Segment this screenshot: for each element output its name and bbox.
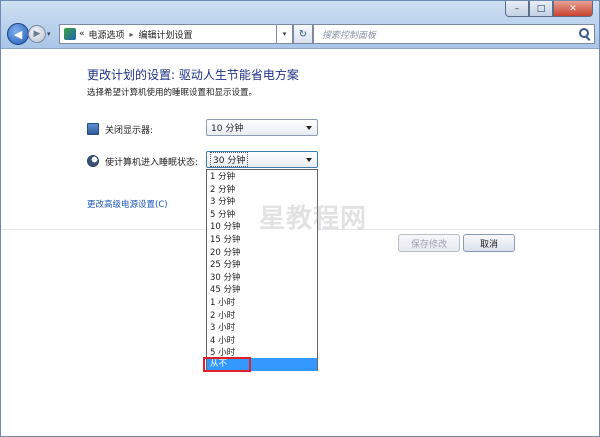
sleep-value: 30 分钟	[209, 152, 249, 167]
monitor-icon	[87, 123, 99, 135]
save-changes-button[interactable]: 保存修改	[398, 234, 460, 252]
cancel-button[interactable]: 取消	[463, 234, 515, 252]
address-dropdown-button[interactable]: ▾	[277, 24, 293, 44]
refresh-button[interactable]: ↻	[293, 24, 313, 44]
chevron-down-icon	[306, 158, 312, 162]
search-icon[interactable]	[579, 28, 589, 38]
watermark: 星教程网	[259, 204, 368, 234]
breadcrumb-separator-icon[interactable]: ▸	[130, 30, 134, 39]
maximize-button[interactable]: □	[529, 1, 553, 17]
search-placeholder: 搜索控制面板	[322, 30, 377, 41]
back-button[interactable]: ◀	[7, 23, 29, 45]
title-bar: – □ ✕ ◀ ▶ ▾ « 电源选项 ▸ 编辑计划设置 ▾ ↻ 搜索控制面板	[1, 1, 599, 49]
sleep-label: 使计算机进入睡眠状态:	[105, 158, 199, 168]
breadcrumb-prefix[interactable]: «	[79, 29, 85, 39]
page-subtitle: 选择希望计算机使用的睡眠设置和显示设置。	[87, 88, 258, 98]
list-item[interactable]: 3 小时	[207, 322, 317, 335]
list-item[interactable]: 45 分钟	[207, 284, 317, 297]
back-arrow-icon: ◀	[13, 27, 23, 41]
annotation-highlight-box	[203, 357, 251, 372]
close-button[interactable]: ✕	[553, 1, 593, 17]
list-item[interactable]: 2 分钟	[207, 184, 317, 197]
list-item[interactable]: 30 分钟	[207, 272, 317, 285]
minimize-button[interactable]: –	[505, 1, 529, 17]
chevron-down-icon	[306, 126, 312, 130]
breadcrumb-power-options[interactable]: 电源选项	[89, 28, 125, 41]
refresh-icon: ↻	[298, 28, 308, 40]
list-item[interactable]: 1 小时	[207, 297, 317, 310]
advanced-power-settings-link[interactable]: 更改高级电源设置(C)	[87, 198, 168, 210]
display-off-value: 10 分钟	[211, 124, 244, 134]
search-input[interactable]: 搜索控制面板	[313, 24, 595, 44]
page-title: 更改计划的设置: 驱动人生节能省电方案	[87, 68, 299, 82]
list-item[interactable]: 2 小时	[207, 310, 317, 323]
main-content: 更改计划的设置: 驱动人生节能省电方案 选择希望计算机使用的睡眠设置和显示设置。…	[1, 50, 599, 436]
moon-icon	[87, 155, 99, 167]
forward-button[interactable]: ▶	[28, 25, 46, 43]
list-item[interactable]: 15 分钟	[207, 234, 317, 247]
display-off-select[interactable]: 10 分钟	[206, 119, 318, 136]
breadcrumb-edit-plan[interactable]: 编辑计划设置	[139, 28, 193, 41]
recent-pages-dropdown[interactable]: ▾	[47, 30, 51, 38]
window-controls: – □ ✕	[505, 1, 593, 17]
navigation-bar: ◀ ▶ ▾ « 电源选项 ▸ 编辑计划设置 ▾ ↻ 搜索控制面板	[7, 23, 595, 45]
display-off-label: 关闭显示器:	[105, 126, 154, 136]
list-item[interactable]: 1 分钟	[207, 171, 317, 184]
forward-arrow-icon: ▶	[33, 29, 41, 39]
list-item[interactable]: 25 分钟	[207, 259, 317, 272]
list-item[interactable]: 4 小时	[207, 335, 317, 348]
list-item[interactable]: 20 分钟	[207, 247, 317, 260]
control-panel-icon	[64, 28, 76, 40]
address-bar[interactable]: « 电源选项 ▸ 编辑计划设置	[59, 24, 277, 44]
sleep-select[interactable]: 30 分钟	[206, 151, 318, 168]
control-panel-window: – □ ✕ ◀ ▶ ▾ « 电源选项 ▸ 编辑计划设置 ▾ ↻ 搜索控制面板 更…	[0, 0, 600, 437]
